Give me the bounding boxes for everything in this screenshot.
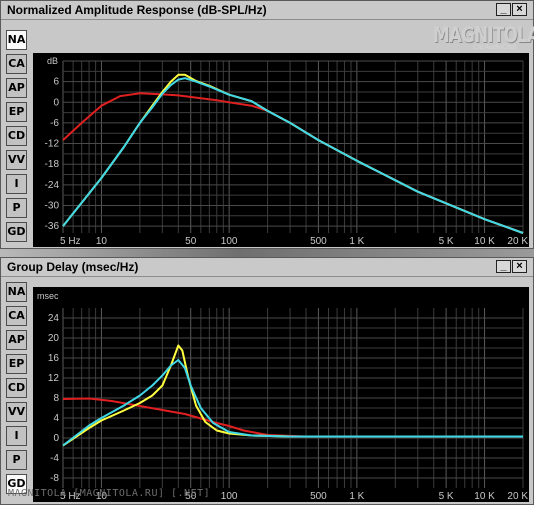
window-title: Normalized Amplitude Response (dB-SPL/Hz… [7,3,267,17]
series-line-red [62,92,524,234]
x-tick-label: 100 [221,236,238,247]
x-tick-label: 1 K [349,491,364,502]
y-tick-label: 16 [48,353,60,364]
x-tick-label: 10 K [474,491,495,502]
x-tick-label: 10 K [474,236,495,247]
y-tick-label: 8 [53,393,59,404]
y-tick-label: -18 [45,159,60,170]
tab-gd[interactable]: GD [6,222,27,242]
tab-vv[interactable]: VV [6,402,27,422]
tab-cd[interactable]: CD [6,126,27,146]
y-tick-label: 12 [48,373,60,384]
x-tick-label: 5 Hz [60,236,81,247]
minimize-button[interactable]: _ [496,260,511,273]
y-tick-label: -8 [50,473,59,484]
tab-na[interactable]: NA [6,30,27,50]
series-line-cyan [62,359,523,447]
chart-svg: dB 6 0 -6 -12 -18 -24 -30 -365 Hz 10 50 100 500 1 K 5 … [45,56,529,247]
tab-ep[interactable]: EP [6,354,27,374]
tab-p[interactable]: P [6,450,27,470]
title-bar[interactable]: Group Delay (msec/Hz) _ × [1,258,533,277]
tab-ca[interactable]: CA [6,54,27,74]
y-tick-label: -36 [45,221,60,232]
y-tick-label: -4 [50,453,59,464]
tab-i[interactable]: I [6,174,27,194]
series-line-yellow [62,344,523,447]
amplitude-response-window: Normalized Amplitude Response (dB-SPL/Hz… [0,0,534,249]
grid [62,308,524,488]
series-line-cyan [62,77,524,234]
tab-i[interactable]: I [6,426,27,446]
y-tick-label: -6 [50,118,59,129]
background-strip [0,249,534,257]
tab-ap[interactable]: AP [6,78,27,98]
title-bar[interactable]: Normalized Amplitude Response (dB-SPL/Hz… [1,1,533,20]
window-title: Group Delay (msec/Hz) [7,260,139,274]
x-tick-label: 20 K [507,236,528,247]
x-tick-label: 20 K [507,491,528,502]
y-tick-label: 4 [53,413,59,424]
logo-subtitle: CarAudioClub [473,44,517,51]
minimize-button[interactable]: _ [496,3,511,16]
y-unit-label: msec [37,291,59,301]
y-tick-label: 20 [48,333,60,344]
tab-ap[interactable]: AP [6,330,27,350]
x-tick-label: 500 [310,491,327,502]
y-tick-label: 0 [53,97,59,108]
x-tick-label: 5 K [439,491,454,502]
y-tick-label: 6 [53,77,59,88]
tab-ep[interactable]: EP [6,102,27,122]
tab-ca[interactable]: CA [6,306,27,326]
y-unit-label: dB [47,56,58,66]
tab-vv[interactable]: VV [6,150,27,170]
group-delay-window: Group Delay (msec/Hz) _ × NA CA AP EP CD VV I P… [0,257,534,505]
x-tick-label: 1 K [349,236,364,247]
y-tick-label: -12 [45,139,60,150]
x-tick-label: 500 [310,236,327,247]
watermark-footer: MAGNITOLA [MAGNITOLA.RU] [.NET] [8,488,211,499]
x-tick-label: 50 [185,236,197,247]
y-tick-label: 0 [53,433,59,444]
y-tick-label: -24 [45,180,60,191]
close-button[interactable]: × [512,3,527,16]
x-tick-label: 5 K [439,236,454,247]
x-tick-label: 100 [221,491,238,502]
tab-p[interactable]: P [6,198,27,218]
chart-svg: msec24201612840-4-85 Hz 10 50 100 500 1 K5 K1… [37,291,528,502]
x-tick-label: 10 [96,236,108,247]
tab-cd[interactable]: CD [6,378,27,398]
tab-na[interactable]: NA [6,282,27,302]
y-tick-label: 24 [48,313,60,324]
y-tick-label: -30 [45,200,60,211]
amplitude-plot: dB 6 0 -6 -12 -18 -24 -30 -36 5 Hz 10 50 100 500 1 K 5 … [33,53,529,247]
close-button[interactable]: × [512,260,527,273]
group-delay-plot: msec 24 20 16 12 8 4 0 -4 -8 5 Hz 10 50 100 500 1 K5 K1… [33,287,529,502]
